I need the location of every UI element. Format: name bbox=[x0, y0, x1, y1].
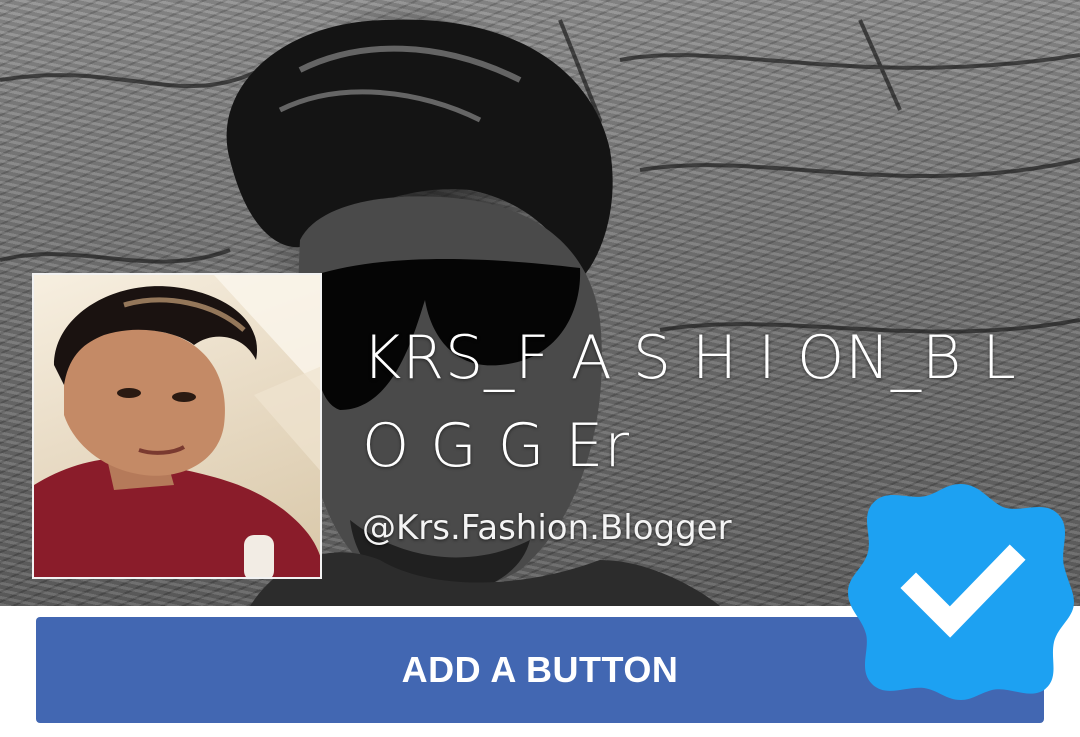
profile-page: KRS_F A S H I ON_B L O G G Er @Krs.Fashi… bbox=[0, 0, 1080, 737]
page-name: KRS_F A S H I ON_B L O G G Er bbox=[362, 323, 1017, 481]
profile-picture[interactable] bbox=[32, 273, 322, 579]
profile-picture-artwork bbox=[34, 275, 320, 577]
verified-check-icon bbox=[846, 476, 1076, 700]
page-username: @Krs.Fashion.Blogger bbox=[362, 508, 732, 548]
